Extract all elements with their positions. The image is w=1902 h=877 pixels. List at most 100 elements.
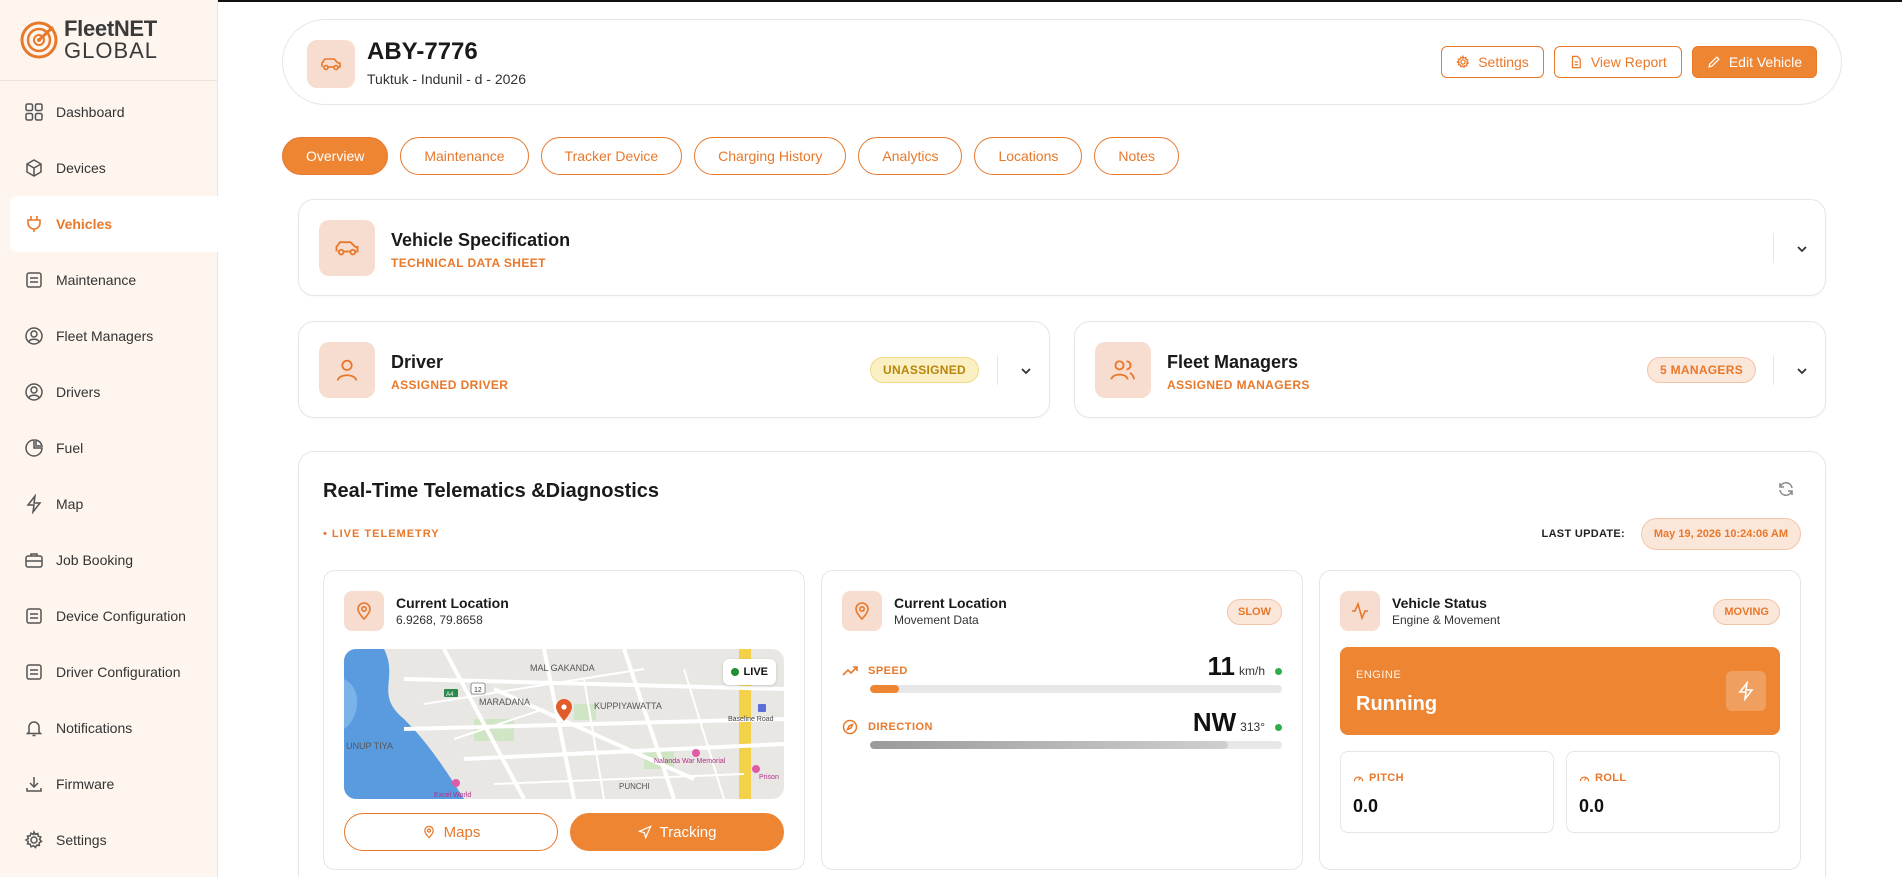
sidebar-item-vehicles[interactable]: Vehicles xyxy=(10,196,218,252)
spec-title: Vehicle Specification xyxy=(391,230,571,250)
vehicle-specification-card[interactable]: Vehicle Specification TECHNICAL DATA SHE… xyxy=(298,199,1826,296)
sidebar-item-drivers[interactable]: Drivers xyxy=(10,364,218,420)
chevron-down-icon[interactable] xyxy=(1793,240,1811,258)
gear-icon xyxy=(1456,55,1470,69)
sidebar-item-label: Firmware xyxy=(56,776,115,792)
sidebar-item-notifications[interactable]: Notifications xyxy=(10,700,218,756)
speed-status-dot xyxy=(1275,668,1282,675)
tab-notes[interactable]: Notes xyxy=(1094,137,1179,175)
sidebar-item-fleet-managers[interactable]: Fleet Managers xyxy=(10,308,218,364)
speed-value: 11 xyxy=(1207,651,1235,681)
sidebar-item-job-booking[interactable]: Job Booking xyxy=(10,532,218,588)
sidebar-item-driver-configuration[interactable]: Driver Configuration xyxy=(10,644,218,700)
spec-subtitle: TECHNICAL DATA SHEET xyxy=(391,256,546,270)
driver-card[interactable]: Driver ASSIGNED DRIVER UNASSIGNED xyxy=(298,321,1050,418)
direction-value: NW xyxy=(1192,707,1237,737)
status-title: Vehicle Status xyxy=(1392,595,1487,611)
brand-tagline: GLOBAL xyxy=(64,38,159,63)
status-icon-box xyxy=(1340,591,1380,631)
engine-status-panel: ENGINE Running xyxy=(1340,647,1780,735)
fleet-managers-card[interactable]: Fleet Managers ASSIGNED MANAGERS 5 MANAG… xyxy=(1074,321,1826,418)
map-pin-icon xyxy=(855,602,869,621)
direction-degrees: 313° xyxy=(1240,720,1265,734)
briefcase-icon xyxy=(25,553,43,568)
plug-icon xyxy=(27,216,41,232)
direction-bar-fill xyxy=(870,741,1229,749)
sidebar-item-maintenance[interactable]: Maintenance xyxy=(10,252,218,308)
speed-readout: 11 km/h xyxy=(1207,651,1282,682)
sidebar-item-firmware[interactable]: Firmware xyxy=(10,756,218,812)
sidebar-item-label: Vehicles xyxy=(56,216,113,232)
sidebar-divider xyxy=(0,80,218,81)
sidebar-item-map[interactable]: Map xyxy=(10,476,218,532)
maps-button[interactable]: Maps xyxy=(344,813,558,851)
movement-icon-box xyxy=(842,591,882,631)
tracking-button[interactable]: Tracking xyxy=(570,813,784,851)
driver-icon-box xyxy=(319,342,375,398)
trending-up-icon xyxy=(842,666,858,676)
sidebar-item-settings[interactable]: Settings xyxy=(10,812,218,868)
sidebar-item-label: Settings xyxy=(56,832,107,848)
edit-vehicle-button[interactable]: Edit Vehicle xyxy=(1691,46,1817,78)
sidebar-item-label: Fuel xyxy=(56,440,84,456)
tab-maintenance[interactable]: Maintenance xyxy=(400,137,529,175)
movement-title: Current Location xyxy=(894,595,1007,611)
chevron-down-icon[interactable] xyxy=(1017,362,1035,380)
map-pin-icon xyxy=(357,602,371,621)
map-label: PUNCHI xyxy=(619,782,650,791)
window-top-border xyxy=(0,0,1902,2)
sidebar-item-label: Device Configuration xyxy=(56,608,186,624)
sidebar-item-dashboard[interactable]: Dashboard xyxy=(10,84,218,140)
grid-icon xyxy=(25,103,43,121)
direction-readout: NW 313° xyxy=(1193,707,1282,738)
engine-label: ENGINE xyxy=(1356,669,1402,681)
engine-icon-box xyxy=(1726,671,1766,711)
vehicle-tabs: Overview Maintenance Tracker Device Char… xyxy=(282,137,1179,175)
sidebar-nav: Dashboard Devices Vehicles Maintenance F… xyxy=(10,84,218,868)
location-coords: 6.9268, 79.8658 xyxy=(396,613,483,627)
users-icon xyxy=(1110,360,1135,380)
box-icon xyxy=(26,159,42,177)
tracking-button-label: Tracking xyxy=(659,823,717,841)
speed-status-badge: SLOW xyxy=(1227,599,1282,625)
speed-label: SPEED xyxy=(842,663,908,679)
location-title: Current Location xyxy=(396,595,509,611)
roll-value: 0.0 xyxy=(1579,796,1605,816)
sidebar-item-label: Devices xyxy=(56,160,106,176)
sidebar-item-label: Notifications xyxy=(56,720,133,736)
location-map[interactable]: MAL GAKANDA MARADANA KUPPIYAWATTA UNUP T… xyxy=(344,649,784,799)
brand-logo[interactable]: FleetNET GLOBAL xyxy=(20,18,158,62)
user-icon xyxy=(336,359,358,381)
map-label: KUPPIYAWATTA xyxy=(594,701,662,711)
settings-button[interactable]: Settings xyxy=(1441,46,1544,78)
tab-analytics[interactable]: Analytics xyxy=(858,137,963,175)
tab-locations[interactable]: Locations xyxy=(974,137,1083,175)
refresh-icon[interactable] xyxy=(1777,480,1795,498)
telemetry-title: Real-Time Telematics &Diagnostics xyxy=(323,480,660,502)
driver-status-badge: UNASSIGNED xyxy=(870,357,980,383)
settings-button-label: Settings xyxy=(1478,54,1529,70)
map-label: 12 xyxy=(474,687,482,694)
map-label: MAL GAKANDA xyxy=(530,663,595,673)
map-live-badge: LIVE xyxy=(722,659,776,685)
divider xyxy=(1773,233,1774,263)
sidebar-item-devices[interactable]: Devices xyxy=(10,140,218,196)
pitch-label-text: PITCH xyxy=(1369,772,1404,784)
view-report-button[interactable]: View Report xyxy=(1553,46,1682,78)
sidebar-item-device-configuration[interactable]: Device Configuration xyxy=(10,588,218,644)
tab-overview[interactable]: Overview xyxy=(282,137,389,175)
managers-count-badge: 5 MANAGERS xyxy=(1647,357,1757,383)
vehicle-plate: ABY-7776 xyxy=(367,38,478,65)
status-subtitle: Engine & Movement xyxy=(1392,613,1501,627)
map-label: Prison xyxy=(759,774,779,781)
movement-data-card: Current Location Movement Data SLOW SPEE… xyxy=(821,570,1303,870)
speed-bar-fill xyxy=(870,685,899,693)
tab-tracker-device[interactable]: Tracker Device xyxy=(540,137,683,175)
spec-icon-box xyxy=(319,220,375,276)
map-label: Baseline Road xyxy=(728,716,774,723)
driver-subtitle: ASSIGNED DRIVER xyxy=(391,378,509,392)
chevron-down-icon[interactable] xyxy=(1793,362,1811,380)
tab-charging-history[interactable]: Charging History xyxy=(694,137,847,175)
map-label: Excel World xyxy=(434,792,471,799)
sidebar-item-fuel[interactable]: Fuel xyxy=(10,420,218,476)
